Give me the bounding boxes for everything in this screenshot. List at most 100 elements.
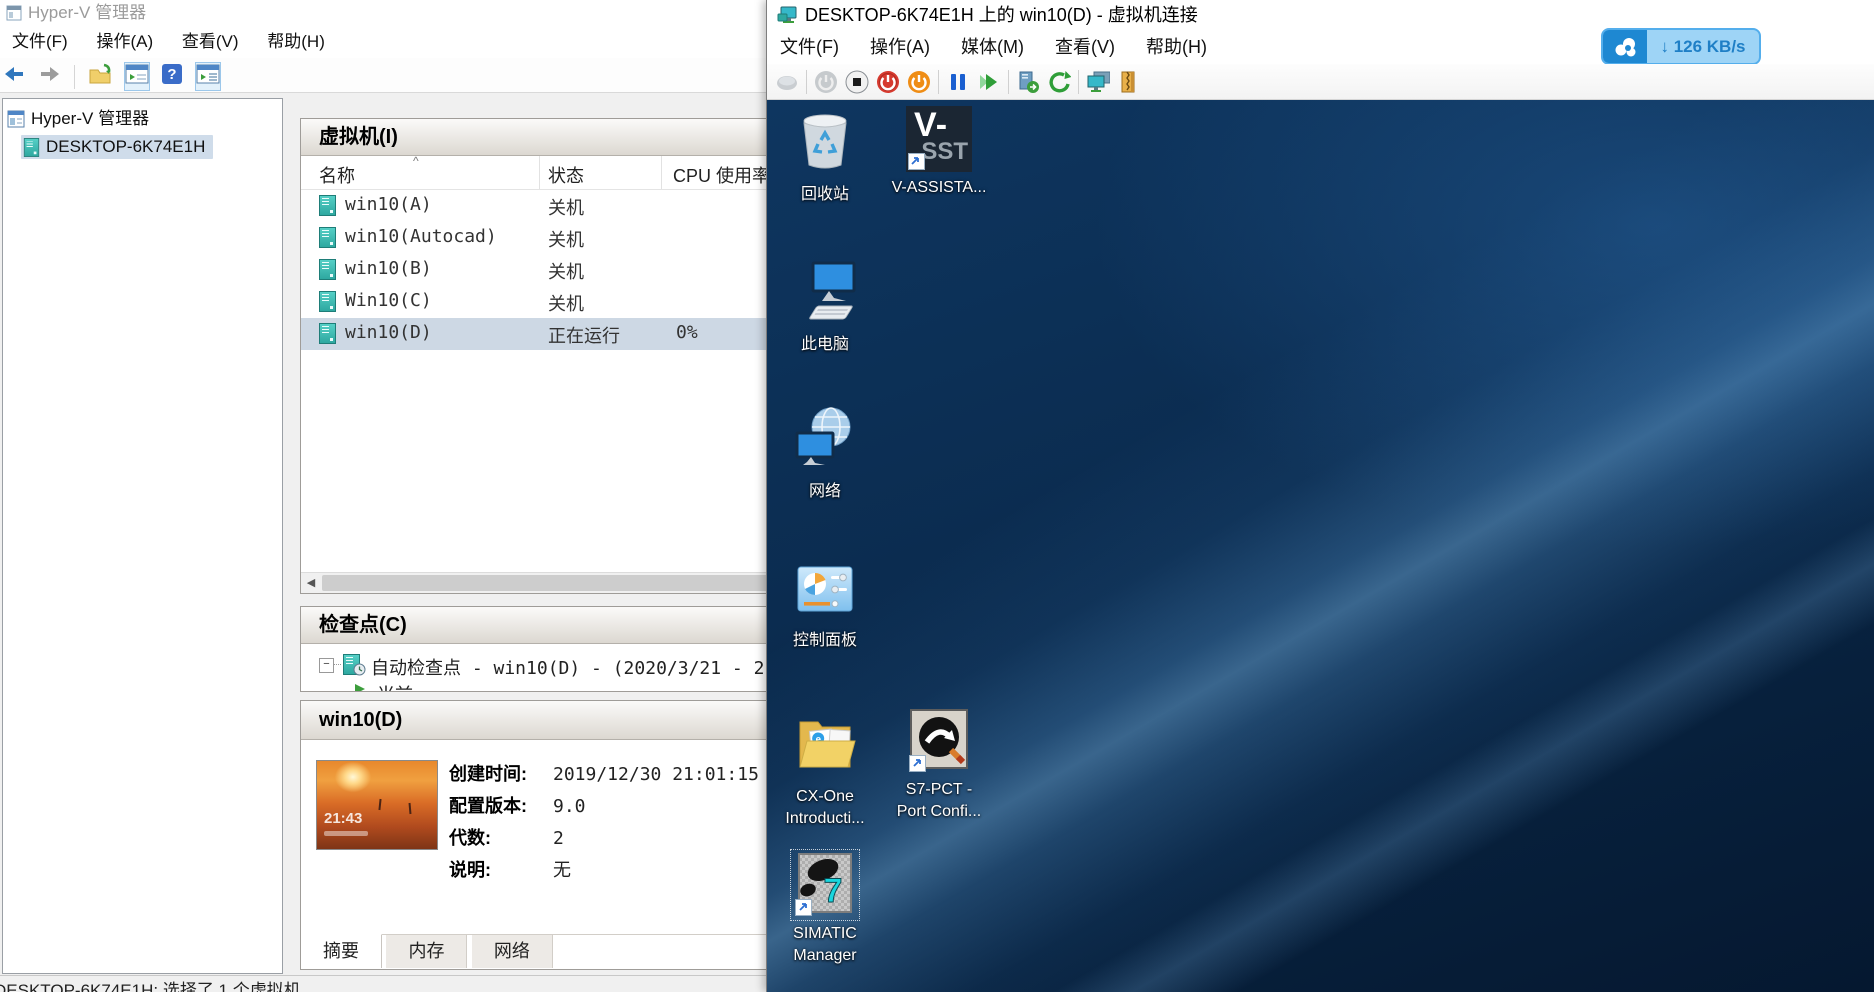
thumbnail-clock-text: 21:43 (324, 810, 362, 827)
field-created: 创建时间:2019/12/30 21:01:15 (449, 760, 759, 786)
hyperv-menu-action[interactable]: 操作(A) (84, 26, 165, 58)
simatic-manager-icon: 7 (793, 852, 857, 918)
icon-label: 网络 (775, 481, 875, 503)
field-value: 无 (553, 860, 571, 880)
shortcut-arrow-icon (908, 153, 925, 170)
tree-root-label: Hyper-V 管理器 (31, 107, 149, 131)
tree-host-desktop-6k74e1h[interactable]: DESKTOP-6K74E1H (21, 135, 213, 159)
field-value: 9.0 (553, 796, 586, 817)
desktop-icon-v-assistant[interactable]: V- SST V-ASSISTA... (889, 106, 989, 199)
power-orange-icon (907, 70, 931, 94)
vm-name: win10(Autocad) (345, 226, 497, 247)
scrollbar-thumb[interactable] (322, 575, 802, 591)
netdisk-speed-badge[interactable]: ↓ 126 KB/s (1601, 28, 1761, 65)
desktop-icon-simatic-manager[interactable]: 7 SIMATIC Manager (775, 852, 875, 966)
help-icon: ? (161, 63, 183, 85)
desktop-icon-recycle-bin[interactable]: 回收站 (775, 108, 875, 206)
tab-memory[interactable]: 内存 (386, 935, 467, 968)
forward-button[interactable] (37, 62, 61, 91)
hyperv-manager-window: Hyper-V 管理器 文件(F) 操作(A) 查看(V) 帮助(H) ? Hy… (0, 0, 766, 992)
shortcut-arrow-icon (909, 755, 926, 772)
v-assist-icon-text-line2: SST (921, 138, 968, 166)
desktop-icon-network[interactable]: 网络 (775, 403, 875, 503)
icon-label: CX-One Introducti... (775, 786, 875, 829)
column-name[interactable]: 名称 (319, 162, 355, 188)
start-button-disabled[interactable] (814, 70, 838, 94)
vm-state: 关机 (548, 258, 584, 284)
vmc-menu-file[interactable]: 文件(F) (767, 30, 852, 64)
scroll-left-arrow-icon[interactable]: ◀ (301, 573, 321, 593)
icon-label: 回收站 (775, 184, 875, 206)
vmc-menu-help[interactable]: 帮助(H) (1133, 30, 1220, 64)
console-root-icon (7, 110, 25, 128)
current-arrow-icon (353, 682, 367, 692)
column-state[interactable]: 状态 (548, 162, 584, 188)
hyperv-app-icon (6, 5, 22, 21)
status-text: DESKTOP-6K74E1H: 选择了 1 个虚拟机 (0, 976, 301, 992)
checkpoint-button[interactable] (1016, 70, 1040, 94)
toolbar-separator (938, 70, 939, 94)
forward-arrow-icon (38, 63, 60, 85)
console-tree-toggle-button[interactable] (124, 62, 150, 91)
column-divider (661, 156, 662, 189)
field-label: 创建时间: (449, 760, 553, 786)
ctrl-alt-del-button[interactable] (775, 70, 799, 94)
hyperv-menu-view[interactable]: 查看(V) (170, 26, 251, 58)
toolbar-separator (1078, 70, 1079, 94)
revert-button[interactable] (1047, 70, 1071, 94)
icon-label: SIMATIC Manager (775, 923, 875, 966)
action-pane-toggle-button[interactable] (195, 62, 221, 91)
vmc-menu-media[interactable]: 媒体(M) (948, 30, 1037, 64)
vmc-menu-view[interactable]: 查看(V) (1042, 30, 1128, 64)
column-cpu[interactable]: CPU 使用率 (673, 162, 770, 188)
tree-root-hyperv-manager[interactable]: Hyper-V 管理器 (7, 107, 149, 131)
integration-services-button[interactable] (1117, 70, 1141, 94)
vmc-menu-action[interactable]: 操作(A) (857, 30, 943, 64)
checkpoint-clock-icon (353, 663, 366, 676)
shut-down-button[interactable] (907, 70, 931, 94)
vm-thumbnail[interactable]: 21:43 (316, 760, 438, 850)
hyperv-status-bar: DESKTOP-6K74E1H: 选择了 1 个虚拟机 (0, 975, 766, 992)
hyperv-menu-help[interactable]: 帮助(H) (255, 26, 337, 58)
vm-cpu: 0% (676, 322, 698, 343)
field-generation: 代数:2 (449, 824, 564, 850)
tab-network[interactable]: 网络 (472, 935, 553, 968)
open-button[interactable] (87, 62, 113, 91)
vm-state: 关机 (548, 194, 584, 220)
vm-icon (319, 227, 336, 248)
this-pc-icon (793, 260, 857, 324)
revert-arrow-icon (1047, 70, 1071, 94)
stop-square-icon (845, 70, 869, 94)
console-tree-panel: Hyper-V 管理器 DESKTOP-6K74E1H (2, 98, 283, 974)
console-window-icon (125, 63, 149, 85)
ctrl-alt-del-icon (775, 70, 799, 94)
column-divider (539, 156, 540, 189)
desktop-icon-cx-one[interactable]: epdf f CX-One Introducti... (775, 708, 875, 829)
network-icon (793, 403, 857, 471)
help-button[interactable]: ? (160, 62, 184, 91)
tab-summary[interactable]: 摘要 (301, 934, 382, 968)
stop-button[interactable] (845, 70, 869, 94)
vmconnect-app-icon (777, 6, 797, 24)
vm-name: win10(B) (345, 258, 432, 279)
resume-button[interactable] (977, 70, 1001, 94)
toolbar-separator (806, 70, 807, 94)
desktop-icon-control-panel[interactable]: 控制面板 (775, 562, 875, 652)
pause-button[interactable] (946, 70, 970, 94)
svg-text:7: 7 (824, 872, 843, 910)
vm-state: 正在运行 (548, 322, 620, 348)
host-server-icon (24, 138, 39, 157)
turn-off-button[interactable] (876, 70, 900, 94)
vmconnect-window-title: DESKTOP-6K74E1H 上的 win10(D) - 虚拟机连接 (805, 0, 1198, 30)
back-arrow-icon (4, 63, 26, 85)
vm-desktop[interactable]: 回收站 V- SST V-ASSISTA... 此电脑 (767, 100, 1874, 992)
toolbar-separator (1008, 70, 1009, 94)
desktop-icon-this-pc[interactable]: 此电脑 (775, 260, 875, 356)
icon-label: S7-PCT - Port Confi... (889, 779, 989, 822)
enhanced-session-button[interactable] (1086, 70, 1110, 94)
hyperv-menu-file[interactable]: 文件(F) (0, 26, 80, 58)
back-button[interactable] (3, 62, 27, 91)
play-icon (977, 71, 1001, 93)
collapse-expander-icon[interactable]: − (319, 658, 334, 673)
desktop-icon-s7-pct[interactable]: S7-PCT - Port Confi... (889, 708, 989, 822)
